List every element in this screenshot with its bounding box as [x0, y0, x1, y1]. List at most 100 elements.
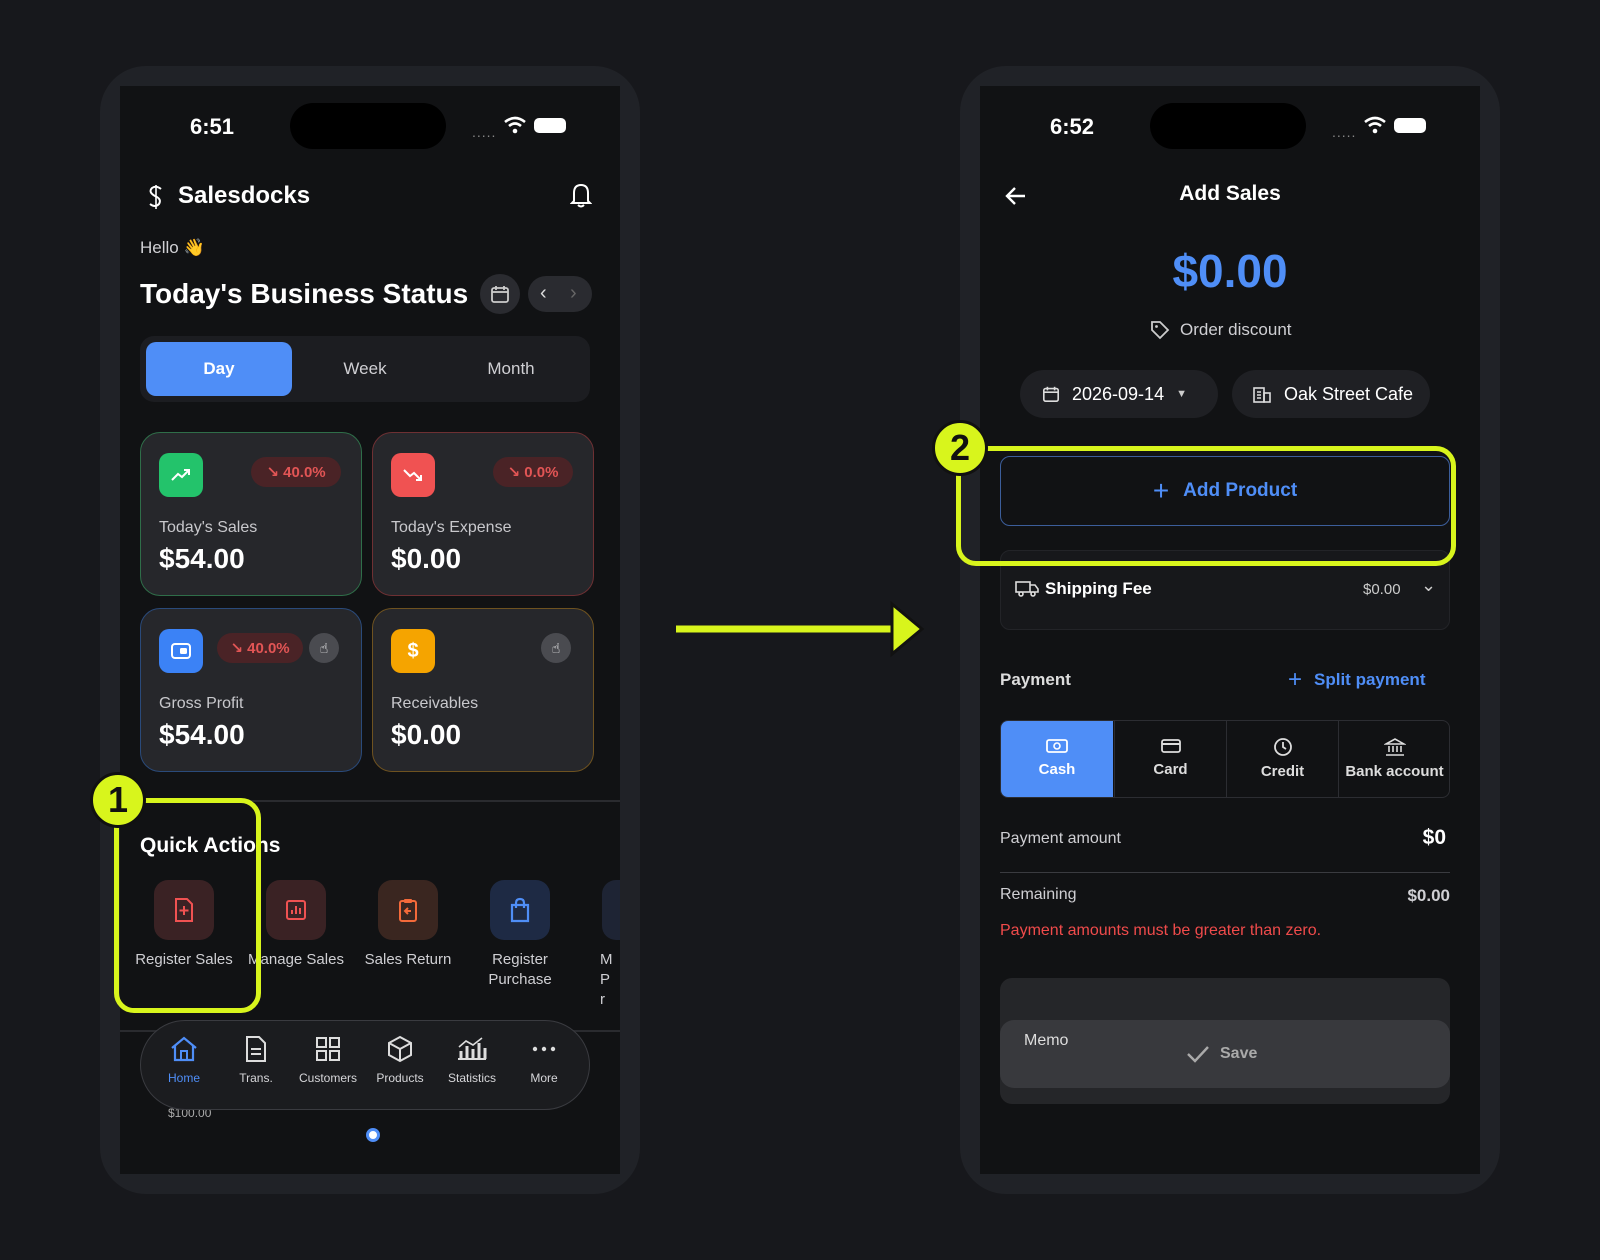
tab-day[interactable]: Day [146, 342, 292, 396]
tab-week[interactable]: Week [292, 342, 438, 396]
order-discount-label: Order discount [1180, 320, 1292, 339]
cash-label: Cash [1038, 761, 1076, 778]
expense-label: Today's Expense [391, 519, 512, 536]
tag-icon [1151, 321, 1170, 340]
tap-hint-icon[interactable]: ☝ [541, 633, 571, 663]
check-icon [1187, 1046, 1209, 1063]
payment-method-bank[interactable]: Bank account [1338, 721, 1450, 797]
credit-card-icon [1160, 739, 1181, 753]
app-name: Salesdocks [178, 182, 311, 209]
plus-icon: + [1288, 666, 1303, 693]
payment-method-card[interactable]: Card [1114, 721, 1226, 797]
phone-frame-add-sales: 6:52 ..... Add Sales $0.00 Order discoun… [960, 66, 1500, 1194]
nav-more[interactable]: More [509, 1035, 579, 1085]
sales-return-icon [378, 880, 438, 940]
profit-value: $54.00 [159, 719, 245, 750]
trend-down-icon [391, 453, 435, 497]
payment-amount-value[interactable]: $0 [1380, 826, 1446, 850]
page-title: Today's Business Status [140, 278, 469, 309]
nav-home-label: Home [167, 1071, 200, 1085]
signal-icon: ..... [472, 124, 497, 140]
bottom-nav: Home Trans. Customers Products Statistic… [140, 1020, 590, 1110]
nav-customers[interactable]: Customers [293, 1035, 363, 1085]
register-purchase-label: Register Purchase [488, 951, 552, 988]
caret-down-icon: ▼ [1176, 388, 1187, 400]
save-label: Save [1220, 1045, 1258, 1062]
payment-method-cash[interactable]: Cash [1001, 721, 1113, 797]
remaining-label: Remaining [1000, 886, 1077, 903]
chevron-left-icon[interactable]: ‹ [540, 282, 547, 305]
bank-label: Bank account [1345, 763, 1444, 780]
signal-icon: ..... [1332, 124, 1357, 140]
expense-change-badge: ↘ 0.0% [493, 457, 573, 487]
profit-label: Gross Profit [159, 695, 244, 712]
calendar-button[interactable] [480, 274, 520, 314]
arrow-right-icon [676, 600, 925, 658]
card-label: Card [1153, 761, 1188, 778]
nav-more-label: More [530, 1071, 558, 1085]
wifi-icon [504, 116, 526, 134]
dynamic-island [290, 103, 446, 149]
register-purchase-action[interactable]: Register Purchase [470, 880, 570, 990]
sales-card[interactable]: ↘ 40.0% Today's Sales $54.00 [140, 432, 362, 596]
trend-up-icon [159, 453, 203, 497]
split-payment-label: Split payment [1314, 670, 1426, 689]
nav-transactions[interactable]: Trans. [221, 1035, 291, 1085]
chart-point [366, 1128, 380, 1142]
shipping-label: Shipping Fee [1045, 579, 1152, 598]
bar-chart-icon [458, 1037, 487, 1060]
manage-sales-label: Manage Sales [248, 951, 344, 968]
payment-method-credit[interactable]: Credit [1226, 721, 1338, 797]
manage-sales-icon [266, 880, 326, 940]
more-icon [532, 1046, 556, 1052]
nav-customers-label: Customers [298, 1071, 357, 1085]
memo-field[interactable]: Memo Save [1000, 978, 1450, 1104]
add-sales-screen: 6:52 ..... Add Sales $0.00 Order discoun… [980, 86, 1480, 1174]
page-title: Add Sales [1179, 182, 1281, 205]
memo-label: Memo [1024, 1032, 1069, 1049]
order-discount-link[interactable]: Order discount [1150, 320, 1292, 340]
dollar-icon: $ [391, 629, 435, 673]
profit-change-badge: ↘ 40.0% [217, 633, 303, 663]
receivables-value: $0.00 [391, 719, 462, 750]
cash-icon [1046, 739, 1068, 753]
sales-label: Today's Sales [159, 519, 258, 536]
highlight-box-add-product [956, 446, 1456, 566]
expense-card[interactable]: ↘ 0.0% Today's Expense $0.00 [372, 432, 594, 596]
tab-month[interactable]: Month [438, 342, 584, 396]
bank-icon [1383, 738, 1406, 756]
credit-label: Credit [1260, 763, 1305, 780]
bell-icon[interactable] [570, 182, 592, 208]
payment-title: Payment [1000, 670, 1071, 689]
receivables-card[interactable]: $ ☝ Receivables $0.00 [372, 608, 594, 772]
store-picker[interactable]: Oak Street Cafe [1232, 370, 1430, 418]
sales-return-action[interactable]: Sales Return [358, 880, 458, 970]
store-value: Oak Street Cafe [1284, 383, 1414, 404]
receivables-label: Receivables [391, 695, 479, 712]
dynamic-island [1150, 103, 1306, 149]
highlight-box-register-sales [114, 798, 261, 1013]
clock-icon [1273, 738, 1292, 756]
partial-action-label: M Pr [600, 951, 613, 1008]
nav-home[interactable]: Home [149, 1035, 219, 1085]
nav-statistics[interactable]: Statistics [437, 1035, 507, 1085]
step-marker-2: 2 [932, 420, 988, 476]
battery-icon [1394, 118, 1426, 133]
shopping-bag-icon [490, 880, 550, 940]
period-tabs: Day Week Month [140, 336, 590, 402]
divider [1000, 872, 1450, 873]
chevron-right-icon[interactable]: › [570, 282, 577, 305]
partial-action-icon [602, 880, 620, 940]
manage-sales-action[interactable]: Manage Sales [246, 880, 346, 970]
gross-profit-card[interactable]: ↘ 40.0% ☝ Gross Profit $54.00 [140, 608, 362, 772]
truck-icon [1015, 581, 1039, 597]
date-picker[interactable]: 2026-09-14 ▼ [1020, 370, 1218, 418]
more-products-action[interactable]: M Pr [582, 880, 620, 1010]
save-button[interactable]: Memo Save [1000, 1020, 1450, 1088]
tap-hint-icon[interactable]: ☝ [309, 633, 339, 663]
split-payment-button[interactable]: + Split payment [1288, 666, 1425, 694]
remaining-value: $0.00 [1407, 886, 1450, 905]
step-marker-1: 1 [90, 772, 146, 828]
nav-products[interactable]: Products [365, 1035, 435, 1085]
phone-frame-home: 6:51 ..... Salesdocks Hello 👋 Today's Bu… [100, 66, 640, 1194]
